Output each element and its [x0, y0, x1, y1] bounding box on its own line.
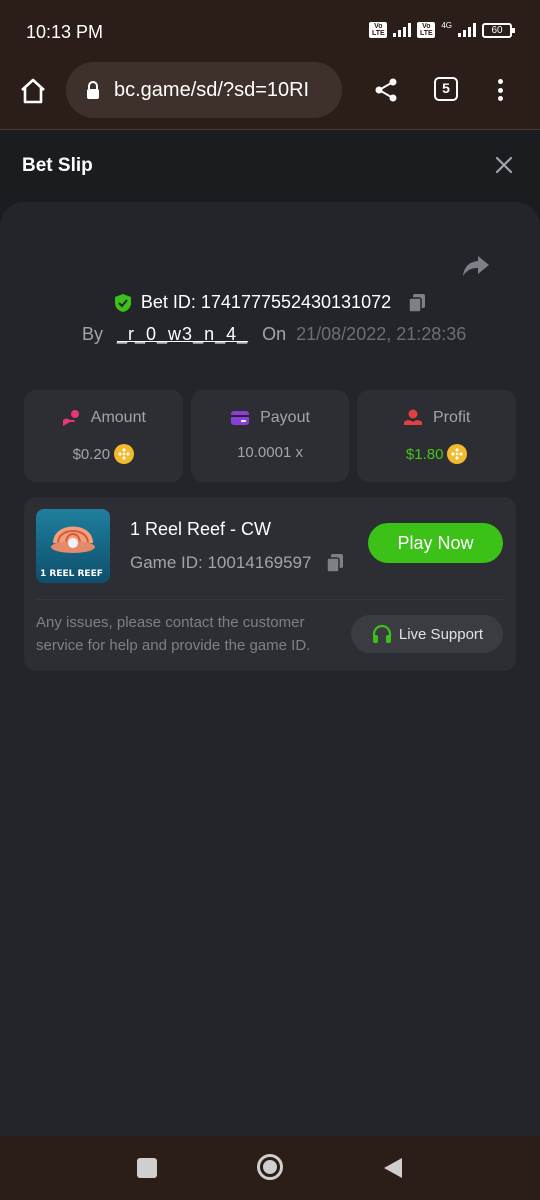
address-bar[interactable]: bc.game/sd/?sd=10RI: [66, 62, 342, 118]
status-icons: Vo LTE Vo LTE 4G 60: [369, 20, 515, 38]
bnb-coin-icon: [447, 444, 468, 464]
username-link[interactable]: _r_0_w3_n_4_: [117, 324, 248, 345]
bet-slip-panel: Bet ID: 1741777552430131072 By _r_0_w3_n…: [0, 202, 540, 1136]
amount-value: $0.20: [72, 445, 111, 463]
home-icon[interactable]: [18, 76, 48, 106]
game-name: 1 Reel Reef - CW: [130, 519, 272, 539]
status-time: 10:13 PM: [26, 22, 104, 42]
close-icon[interactable]: [494, 155, 514, 175]
status-bar: 10:13 PM Vo LTE Vo LTE 4G 60: [0, 0, 540, 62]
bet-id: Bet ID: 1741777552430131072: [140, 292, 392, 312]
tab-switcher-button[interactable]: 5: [434, 77, 458, 101]
headset-icon: [372, 624, 391, 643]
play-now-button[interactable]: Play Now: [368, 523, 503, 563]
payout-card-icon: [231, 411, 250, 425]
volte-icon: Vo LTE: [369, 22, 388, 38]
game-thumbnail[interactable]: 1 REEL REEF: [36, 509, 110, 583]
lock-icon: [87, 81, 99, 99]
game-id-row: Game ID: 10014169597: [130, 553, 345, 573]
back-icon[interactable]: [382, 1156, 404, 1180]
system-nav-bar: [0, 1136, 540, 1200]
payout-label: Payout: [260, 409, 310, 426]
battery-icon: 60: [482, 22, 515, 38]
signal-icon: [393, 23, 412, 37]
page-title: Bet Slip: [22, 155, 93, 176]
share-icon[interactable]: [372, 76, 400, 104]
game-card: 1 REEL REEF 1 Reel Reef - CW Game ID: 10…: [24, 497, 516, 671]
amount-icon: [62, 410, 79, 426]
bet-slip-header: Bet Slip: [0, 131, 540, 201]
bet-date: 21/08/2022, 21:28:36: [296, 324, 467, 344]
forward-share-icon[interactable]: [462, 254, 490, 278]
profit-value: $1.80: [405, 445, 444, 463]
browser-toolbar: bc.game/sd/?sd=10RI 5: [0, 62, 540, 130]
bet-id-row: Bet ID: 1741777552430131072: [0, 292, 540, 313]
amount-label: Amount: [90, 409, 146, 426]
divider: [36, 599, 504, 600]
home-nav-icon[interactable]: [257, 1154, 283, 1180]
support-notice: Any issues, please contact the customer …: [36, 614, 311, 654]
profit-stat: Profit $1.80: [357, 390, 517, 482]
live-support-button[interactable]: Live Support: [351, 615, 503, 653]
payout-value: 10.0001 x: [237, 444, 303, 461]
by-label: By: [82, 324, 104, 344]
payout-stat: Payout 10.0001 x: [190, 390, 350, 482]
copy-icon[interactable]: [407, 293, 427, 313]
signal-icon-2: [458, 23, 476, 37]
on-label: On: [262, 324, 287, 344]
shield-check-icon: [114, 293, 131, 312]
copy-icon[interactable]: [325, 553, 345, 573]
volte-icon-2: Vo LTE: [417, 22, 436, 38]
bet-meta-row: By _r_0_w3_n_4_ On 21/08/2022, 21:28:36: [82, 324, 466, 345]
live-support-label: Live Support: [398, 625, 484, 643]
game-id: Game ID: 10014169597: [130, 553, 312, 572]
recents-icon[interactable]: [137, 1158, 157, 1178]
url-text: bc.game/sd/?sd=10RI: [114, 78, 310, 101]
overflow-menu-icon[interactable]: [490, 76, 510, 104]
bet-stats: Amount $0.20 Payout 10.0001 x Profit $1.…: [24, 390, 517, 482]
amount-stat: Amount $0.20: [24, 390, 183, 482]
bnb-coin-icon: [114, 444, 135, 464]
profit-label: Profit: [433, 409, 471, 426]
network-type: 4G: [441, 20, 452, 30]
profit-icon: [404, 409, 422, 425]
thumbnail-title: 1 REEL REEF: [40, 569, 103, 579]
